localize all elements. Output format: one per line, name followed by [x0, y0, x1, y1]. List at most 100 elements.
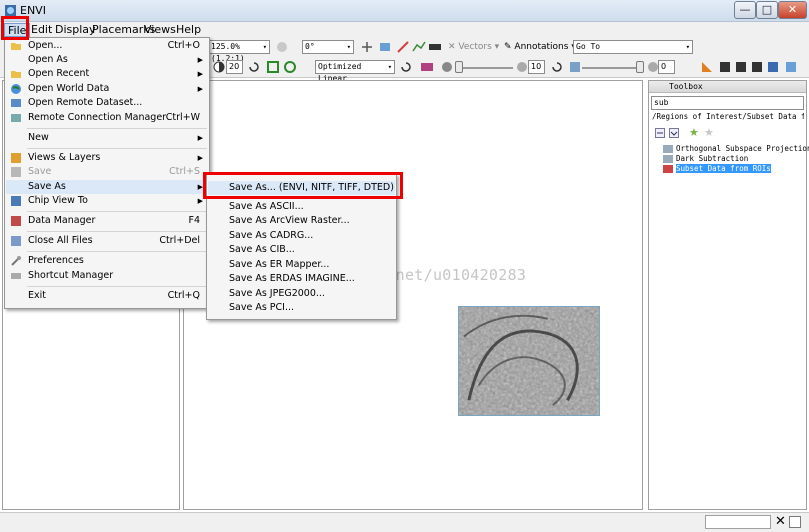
transparency-value[interactable]: 0	[658, 60, 675, 74]
menu-item-open[interactable]: Open... Ctrl+O	[6, 39, 208, 53]
toolbox-title: Toolbox	[669, 82, 703, 91]
close-files-icon	[11, 236, 21, 246]
menu-separator	[27, 211, 207, 212]
crosshair-icon[interactable]	[360, 40, 374, 54]
menu-separator	[27, 231, 207, 232]
wrench-icon	[11, 256, 21, 266]
submenu-arrow-icon: ▶	[197, 154, 203, 162]
menu-help[interactable]: Help	[173, 23, 204, 37]
menu-item-remote-connection-manager[interactable]: Remote Connection Manager Ctrl+W	[6, 111, 208, 125]
expand-icon[interactable]	[669, 128, 679, 138]
menu-item-exit[interactable]: Exit Ctrl+Q	[6, 289, 208, 303]
menu-item-save-as-cadrg[interactable]: Save As CADRG...	[208, 229, 395, 243]
menu-item-new[interactable]: New ▶	[6, 131, 208, 145]
menu-item-save-as-pci[interactable]: Save As PCI...	[208, 301, 395, 315]
fit-to-view-icon[interactable]	[266, 60, 280, 74]
spectral-profile-icon[interactable]	[412, 40, 426, 54]
menu-item-save-as-jpeg2000[interactable]: Save As JPEG2000...	[208, 287, 395, 301]
status-bar: ✕	[0, 512, 809, 532]
view-two-icon[interactable]	[734, 60, 748, 74]
transparency-icon	[570, 62, 580, 72]
view-grid-icon[interactable]	[750, 60, 764, 74]
stretch-select[interactable]: Optimized Linear ▾	[315, 60, 395, 83]
menu-bar: File Edit Display Placemarks Views Help	[0, 22, 809, 38]
tool-icon	[663, 165, 673, 173]
menu-item-shortcut-manager[interactable]: Shortcut Manager	[6, 269, 208, 283]
view-single-icon[interactable]	[718, 60, 732, 74]
zoom-full-icon[interactable]	[283, 60, 297, 74]
sharpen-reset-icon[interactable]	[550, 60, 564, 74]
menu-item-save-as[interactable]: Save As ▶	[6, 180, 208, 194]
menu-item-open-world-data[interactable]: Open World Data ▶	[6, 82, 208, 96]
goto-field[interactable]: Go To ▾	[573, 40, 693, 54]
histogram-icon[interactable]	[420, 60, 434, 74]
maximize-button[interactable]: □	[756, 1, 778, 19]
transparency-slider[interactable]	[582, 67, 638, 69]
chart-tool-icon[interactable]	[700, 60, 714, 74]
folder-open-icon	[11, 43, 21, 50]
stretch-reset-icon[interactable]	[399, 60, 413, 74]
menu-item-preferences[interactable]: Preferences	[6, 254, 208, 268]
transparency-slider-knob[interactable]	[636, 61, 644, 73]
menu-separator	[27, 286, 207, 287]
reset-brightness-icon[interactable]	[247, 60, 261, 74]
menu-item-save-as-er-mapper[interactable]: Save As ER Mapper...	[208, 258, 395, 272]
layers-icon	[11, 153, 21, 163]
menu-item-save-as-ascii[interactable]: Save As ASCII...	[208, 200, 395, 214]
keyboard-tool-icon[interactable]	[428, 40, 442, 54]
favorite-star-icon[interactable]: ★	[689, 126, 699, 139]
highlight-box-file	[1, 16, 29, 40]
unfavorite-star-icon[interactable]: ★	[704, 126, 714, 139]
sharpen-slider-knob[interactable]	[455, 61, 463, 73]
brightness-value[interactable]: 20	[226, 60, 243, 74]
toolbox-result-selected[interactable]: Subset Data from ROIs	[663, 164, 771, 174]
toolbox-path: /Regions of Interest/Subset Data fro	[652, 112, 804, 121]
raster-thumbnail[interactable]	[458, 306, 600, 416]
sharpen-slider[interactable]	[455, 67, 513, 69]
connection-icon	[11, 114, 21, 122]
submenu-arrow-icon: ▶	[197, 56, 203, 64]
keyboard-icon	[11, 273, 21, 279]
globe-icon	[11, 84, 21, 94]
toolbox-header: Toolbox	[649, 81, 806, 93]
toolbox-search-input[interactable]: sub	[651, 96, 804, 110]
toolbox-result[interactable]: Orthogonal Subspace Projection	[663, 144, 809, 154]
menu-item-chip-view-to[interactable]: Chip View To ▶	[6, 194, 208, 208]
save-icon	[11, 167, 21, 177]
extension-icon[interactable]	[784, 60, 798, 74]
sharpen-value[interactable]: 10	[528, 60, 545, 74]
folder-icon	[11, 71, 21, 78]
submenu-arrow-icon: ▶	[197, 134, 203, 142]
remote-icon	[11, 99, 21, 107]
menu-item-data-manager[interactable]: Data Manager F4	[6, 214, 208, 228]
collapse-icon[interactable]	[655, 128, 665, 138]
highlight-box-save-as	[203, 172, 403, 199]
data-manager-icon	[11, 216, 21, 226]
menu-item-open-as[interactable]: Open As ▶	[6, 53, 208, 67]
resize-grip-icon[interactable]	[789, 516, 801, 528]
view-link-icon[interactable]	[766, 60, 780, 74]
menu-item-save[interactable]: Save Ctrl+S	[6, 165, 208, 179]
contrast-icon	[517, 62, 527, 72]
annotations-button[interactable]: ✎ Annotations ▾	[504, 42, 576, 52]
menu-item-save-as-erdas[interactable]: Save As ERDAS IMAGINE...	[208, 272, 395, 286]
menu-item-views-layers[interactable]: Views & Layers ▶	[6, 151, 208, 165]
pixel-locator-icon[interactable]	[396, 40, 410, 54]
tool-icon	[663, 155, 673, 163]
menu-item-open-recent[interactable]: Open Recent ▶	[6, 67, 208, 81]
menu-item-save-as-arcview[interactable]: Save As ArcView Raster...	[208, 214, 395, 228]
close-window-button[interactable]: ✕	[778, 1, 807, 19]
rotation-select[interactable]: 0° ▾	[302, 40, 354, 54]
zoom-select[interactable]: 125.0% (1.2:1) ▾	[208, 40, 270, 63]
file-menu: Open... Ctrl+O Open As ▶ Open Recent ▶ Open…	[4, 37, 210, 309]
menu-separator	[27, 148, 207, 149]
cursor-value-icon[interactable]	[378, 40, 392, 54]
menu-item-close-all-files[interactable]: Close All Files Ctrl+Del	[6, 234, 208, 248]
pan-icon[interactable]	[275, 40, 289, 54]
vectors-button[interactable]: ✕ Vectors ▾	[448, 42, 499, 52]
status-close-icon[interactable]: ✕	[775, 514, 786, 529]
menu-item-save-as-cib[interactable]: Save As CIB...	[208, 243, 395, 257]
minimize-button[interactable]: —	[734, 1, 756, 19]
toolbox-result[interactable]: Dark Subtraction	[663, 154, 748, 164]
menu-item-open-remote-dataset[interactable]: Open Remote Dataset...	[6, 96, 208, 110]
